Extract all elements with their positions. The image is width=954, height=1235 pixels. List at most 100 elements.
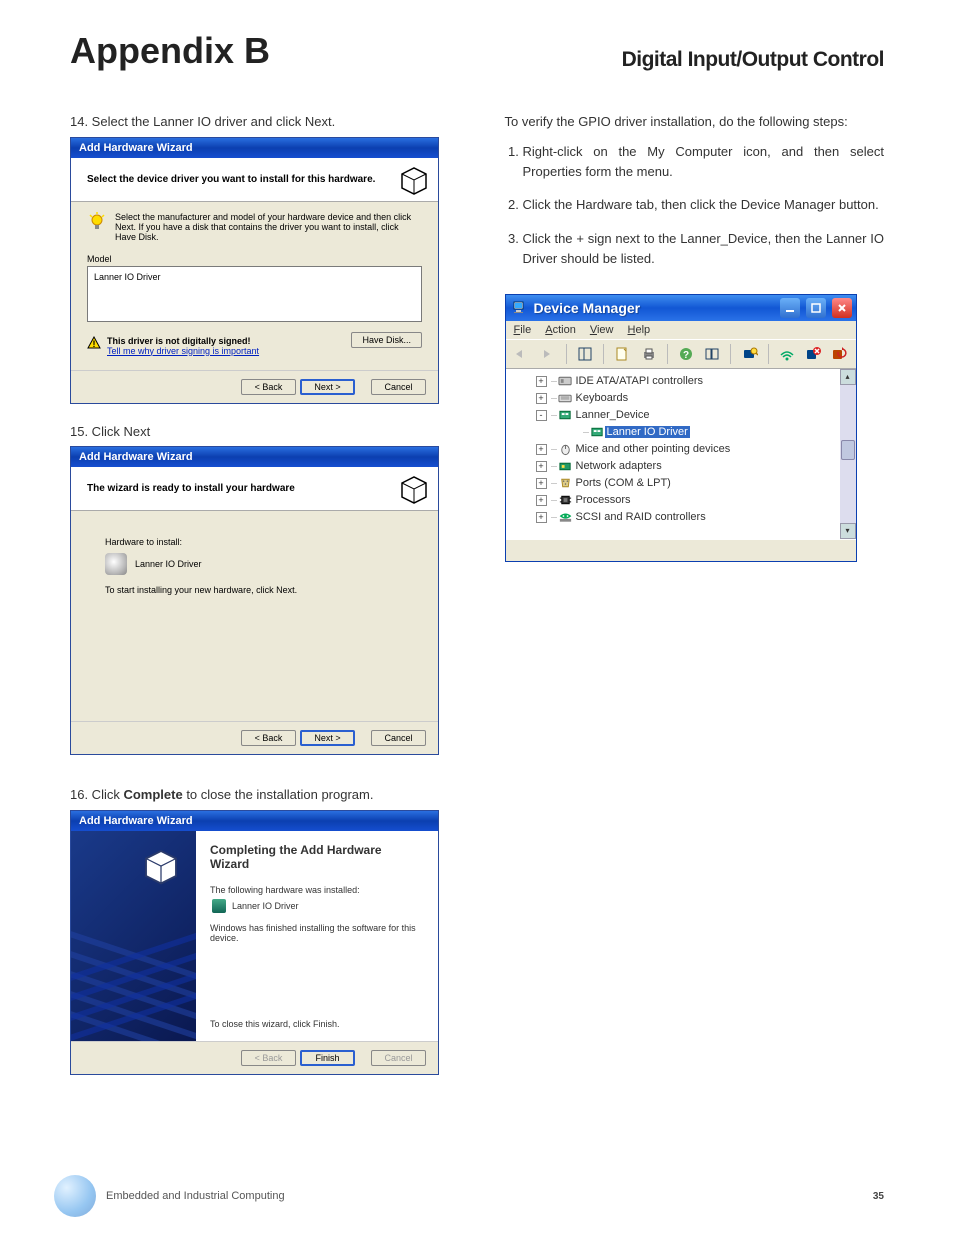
warning-link[interactable]: Tell me why driver signing is important [107, 346, 259, 356]
finish-button[interactable]: Finish [300, 1050, 355, 1066]
wizard2-titlebar: Add Hardware Wizard [71, 447, 438, 467]
verify-step-1: Right-click on the My Computer icon, and… [523, 142, 885, 182]
show-hide-tree-icon[interactable] [575, 343, 595, 365]
scroll-down-button[interactable]: ▾ [840, 523, 856, 539]
menubar: File Action View Help [506, 321, 856, 340]
device-tree[interactable]: +···IDE ATA/ATAPI controllers+···Keyboar… [506, 369, 856, 539]
tree-toggle-icon[interactable]: + [536, 444, 547, 455]
footer-text: Embedded and Industrial Computing [106, 1190, 285, 1202]
wizard3-titlebar: Add Hardware Wizard [71, 811, 438, 831]
model-label: Model [87, 254, 422, 264]
wizard3-heading: Completing the Add Hardware Wizard [210, 843, 424, 871]
update-driver-icon[interactable] [829, 343, 849, 365]
tree-toggle-icon[interactable]: + [536, 376, 547, 387]
tree-row[interactable]: +···SCSI and RAID controllers [508, 509, 854, 526]
nav-back-icon [512, 343, 532, 365]
info-bulb-icon [87, 212, 107, 232]
install-note: To start installing your new hardware, c… [105, 585, 422, 595]
device-manager-icon [512, 300, 528, 316]
tree-toggle-icon[interactable]: - [536, 410, 547, 421]
tree-item-label[interactable]: Keyboards [573, 392, 629, 404]
menu-action[interactable]: Action [545, 324, 576, 336]
verify-intro: To verify the GPIO driver installation, … [505, 112, 885, 132]
tree-item-label[interactable]: SCSI and RAID controllers [573, 511, 706, 523]
tree-row[interactable]: +···Processors [508, 492, 854, 509]
mouse-icon [558, 442, 573, 456]
warning-text: This driver is not digitally signed! [107, 336, 259, 346]
tree-row[interactable]: ···Lanner IO Driver [508, 424, 854, 441]
menu-help[interactable]: Help [628, 324, 651, 336]
print-icon[interactable] [639, 343, 659, 365]
next-button[interactable]: Next > [300, 730, 355, 746]
wizard3-close-text: To close this wizard, click Finish. [210, 979, 424, 1029]
scrollbar[interactable]: ▴ ▾ [840, 369, 856, 539]
driver-chip-icon [105, 553, 127, 575]
wizard-side-graphic [71, 831, 196, 1041]
uninstall-icon[interactable] [803, 343, 823, 365]
dev-icon [558, 408, 573, 422]
tree-row[interactable]: +···Keyboards [508, 390, 854, 407]
cancel-button[interactable]: Cancel [371, 379, 426, 395]
net-icon [558, 459, 573, 473]
menu-file[interactable]: File [514, 324, 532, 336]
show-hide-console-icon[interactable] [702, 343, 722, 365]
step-15-text: 15. Click Next [70, 422, 450, 442]
tree-item-label[interactable]: Lanner IO Driver [605, 426, 690, 438]
device-manager-title: Device Manager [534, 300, 774, 316]
driver-chip-icon [212, 899, 226, 913]
close-button[interactable] [832, 298, 852, 318]
wifi-icon[interactable] [777, 343, 797, 365]
svg-text:!: ! [93, 339, 96, 349]
have-disk-button[interactable]: Have Disk... [351, 332, 422, 348]
tree-toggle-icon[interactable]: + [536, 512, 547, 523]
maximize-button[interactable] [806, 298, 826, 318]
properties-icon[interactable] [612, 343, 632, 365]
tree-item-label[interactable]: Network adapters [573, 460, 662, 472]
scroll-up-button[interactable]: ▴ [840, 369, 856, 385]
back-button[interactable]: < Back [241, 379, 296, 395]
hardware-to-install-label: Hardware to install: [105, 537, 422, 547]
wizard1-info-text: Select the manufacturer and model of you… [115, 212, 422, 242]
cpu-icon [558, 493, 573, 507]
drv-icon [590, 425, 605, 439]
minimize-button[interactable] [780, 298, 800, 318]
scan-hardware-icon[interactable] [739, 343, 759, 365]
wizard-select-driver: Add Hardware Wizard Select the device dr… [70, 137, 439, 404]
tree-row[interactable]: -···Lanner_Device [508, 407, 854, 424]
tree-toggle-icon[interactable]: + [536, 393, 547, 404]
step-14-text: 14. Select the Lanner IO driver and clic… [70, 112, 450, 132]
wizard3-item-text: Lanner IO Driver [232, 901, 299, 911]
wizard3-sub2: Windows has finished installing the soft… [210, 923, 424, 943]
status-bar [506, 539, 856, 561]
tree-toggle-icon[interactable]: + [536, 495, 547, 506]
verify-steps-list: Right-click on the My Computer icon, and… [505, 142, 885, 269]
menu-view[interactable]: View [590, 324, 614, 336]
port-icon [558, 476, 573, 490]
back-button[interactable]: < Back [241, 730, 296, 746]
tree-toggle-icon[interactable]: + [536, 461, 547, 472]
tree-item-label[interactable]: Ports (COM & LPT) [573, 477, 671, 489]
kbd-icon [558, 391, 573, 405]
help-icon[interactable]: ? [676, 343, 696, 365]
tree-item-label[interactable]: Processors [573, 494, 631, 506]
tree-row[interactable]: +···Ports (COM & LPT) [508, 475, 854, 492]
tree-toggle-icon[interactable]: + [536, 478, 547, 489]
next-button[interactable]: Next > [300, 379, 355, 395]
tree-row[interactable]: +···IDE ATA/ATAPI controllers [508, 373, 854, 390]
wizard-completing: Add Hardware Wizard [70, 810, 439, 1075]
tree-item-label[interactable]: IDE ATA/ATAPI controllers [573, 375, 704, 387]
cancel-button: Cancel [371, 1050, 426, 1066]
tree-item-label[interactable]: Lanner_Device [573, 409, 650, 421]
model-item-lanner[interactable]: Lanner IO Driver [94, 269, 415, 282]
model-listbox[interactable]: Lanner IO Driver [87, 266, 422, 322]
page-number: 35 [873, 1191, 884, 1202]
tree-row[interactable]: +···Network adapters [508, 458, 854, 475]
hardware-item-text: Lanner IO Driver [135, 559, 202, 569]
back-button: < Back [241, 1050, 296, 1066]
cancel-button[interactable]: Cancel [371, 730, 426, 746]
tree-item-label[interactable]: Mice and other pointing devices [573, 443, 731, 455]
appendix-title: Appendix B [70, 30, 270, 72]
scroll-thumb[interactable] [841, 440, 855, 460]
tree-row[interactable]: +···Mice and other pointing devices [508, 441, 854, 458]
wizard-ready-install: Add Hardware Wizard The wizard is ready … [70, 446, 439, 755]
